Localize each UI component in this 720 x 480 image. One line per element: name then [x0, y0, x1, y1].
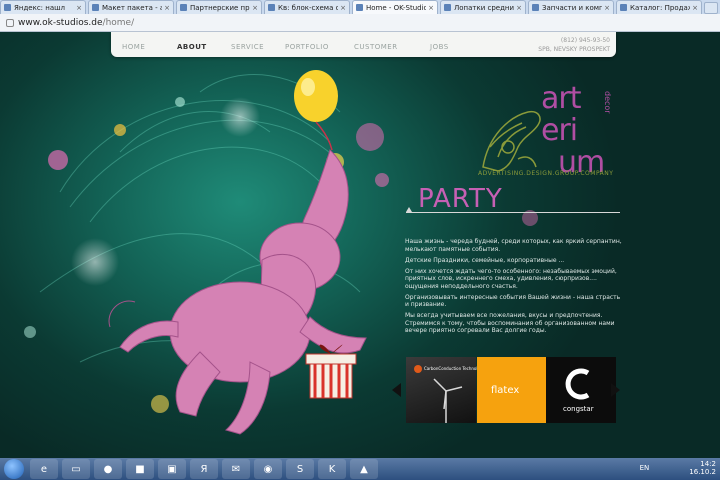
carousel-prev-arrow-icon[interactable] [392, 383, 401, 397]
brand-name: flatex [491, 385, 520, 396]
nav-home[interactable]: HOME [122, 43, 145, 51]
kaspersky-icon[interactable]: K [318, 459, 346, 479]
client-logo-congstar[interactable]: congstar [546, 357, 616, 423]
browser-tab-label: Запчасти и компле [542, 3, 602, 12]
favicon-icon [180, 4, 187, 11]
web-page: HOME ABOUT SERVICE PORTFOLIO CUSTOMER JO… [0, 32, 720, 458]
paragraph: Детские Праздники, семейные, корпоративн… [405, 256, 565, 264]
system-tray: EN 14:2 16.10.2 [640, 460, 716, 476]
nav-jobs[interactable]: JOBS [430, 43, 449, 51]
browser-tab[interactable]: Лопатки средние Рe× [440, 0, 526, 14]
favicon-icon [620, 4, 627, 11]
congstar-c-icon [565, 368, 590, 400]
client-logo-flatex[interactable]: flatex [477, 357, 547, 423]
url-path: /home/ [102, 17, 135, 28]
balloon-illustration [294, 70, 338, 151]
tab-close-icon[interactable]: × [692, 4, 698, 12]
new-tab-button[interactable] [704, 2, 718, 14]
ie-icon[interactable]: e [30, 459, 58, 479]
browser-tab-label: Макет пакета - abit [102, 3, 162, 12]
url-text[interactable]: www.ok-studios.de/home/ [18, 18, 134, 28]
clock-time: 14:2 [700, 460, 716, 468]
browser-tab-label: Home - OK-Studios [366, 3, 427, 12]
browser-tab[interactable]: Запчасти и компле× [528, 0, 614, 14]
address-bar[interactable]: www.ok-studios.de/home/ [0, 14, 720, 32]
messenger-icon[interactable]: ● [94, 459, 122, 479]
clock[interactable]: 14:2 16.10.2 [689, 460, 716, 476]
os-taskbar: e ▭ ● ■ ▣ Я ✉ ◉ S K ▲ EN 14:2 16.10.2 [0, 458, 720, 480]
favicon-icon [4, 4, 11, 11]
client-carousel: CarbonConduction Technologies flatex con… [392, 355, 620, 423]
yandex-icon[interactable]: Я [190, 459, 218, 479]
browser-tab-active[interactable]: Home - OK-Studios × [352, 0, 438, 14]
favicon-icon [444, 4, 451, 11]
nav-customer[interactable]: CUSTOMER [354, 43, 398, 51]
nav-about[interactable]: ABOUT [177, 43, 207, 51]
paragraph: От них хочется ждать чего-то особенного:… [405, 267, 617, 290]
title-divider [406, 212, 620, 213]
explorer-icon[interactable]: ▭ [62, 459, 90, 479]
save-disk-icon[interactable]: ■ [126, 459, 154, 479]
tab-close-icon[interactable]: × [76, 4, 82, 12]
skype-icon[interactable]: S [286, 459, 314, 479]
logo-word-decor: decor [603, 91, 612, 114]
browser-tab-label: Партнерские предл [190, 3, 250, 12]
section-title: PARTY [418, 184, 503, 214]
client-logo-carbonconduction[interactable]: CarbonConduction Technologies [406, 357, 488, 423]
paragraph: Мы всегда учитываем все пожелания, вкусы… [405, 312, 615, 334]
paragraph: Организовывать интересные события Вашей … [405, 293, 621, 309]
favicon-icon [532, 4, 539, 11]
app-window-icon[interactable]: ▣ [158, 459, 186, 479]
photoshop-icon[interactable]: ▲ [350, 459, 378, 479]
favicon-icon [268, 4, 275, 11]
top-navigation: HOME ABOUT SERVICE PORTFOLIO CUSTOMER JO… [111, 32, 616, 57]
browser-tab-strip: Яндекс: нашл× Макет пакета - abit× Партн… [0, 0, 720, 14]
paragraph: Наша жизнь - череда будней, среди которы… [405, 238, 622, 253]
logo-word-art: art [541, 81, 581, 116]
browser-tab[interactable]: Макет пакета - abit× [88, 0, 174, 14]
tab-close-icon[interactable]: × [252, 4, 258, 12]
favicon-icon [92, 4, 99, 11]
browser-tab-label: Лопатки средние Рe [454, 3, 515, 12]
nav-portfolio[interactable]: PORTFOLIO [285, 43, 329, 51]
chrome-icon[interactable]: ◉ [254, 459, 282, 479]
browser-tab[interactable]: Партнерские предл× [176, 0, 262, 14]
url-host: www.ok-studios.de [18, 17, 103, 28]
nav-service[interactable]: SERVICE [231, 43, 264, 51]
party-description: Наша жизнь - череда будней, среди которы… [405, 238, 625, 338]
browser-tab-label: Каталог: Продажа с [630, 3, 690, 12]
language-indicator[interactable]: EN [640, 464, 650, 472]
browser-tab[interactable]: Яндекс: нашл × [0, 0, 86, 14]
logo-tagline: ADVERTISING.DESIGN.GROUP.COMPANY [478, 170, 614, 177]
tab-close-icon[interactable]: × [516, 4, 522, 12]
contact-info: (812) 945-93-50 SPB, NEVSKY PROSPEKT [538, 36, 610, 54]
tab-close-icon[interactable]: × [604, 4, 610, 12]
carousel-next-arrow-icon[interactable] [611, 383, 620, 397]
address: SPB, NEVSKY PROSPEKT [538, 46, 610, 53]
tab-close-icon[interactable]: × [164, 4, 170, 12]
phone-number: (812) 945-93-50 [560, 37, 610, 44]
browser-tab[interactable]: Каталог: Продажа с× [616, 0, 702, 14]
browser-tab[interactable]: Кв: блок-схема сло× [264, 0, 350, 14]
browser-tab-label: Кв: блок-схема сло [278, 3, 338, 12]
tab-close-icon[interactable]: × [428, 4, 434, 12]
clock-date: 16.10.2 [689, 468, 716, 476]
page-icon [6, 18, 14, 27]
browser-tab-label: Яндекс: нашл [14, 3, 65, 12]
brand-name: congstar [563, 405, 594, 413]
start-button[interactable] [4, 459, 24, 479]
logo-emblem-icon [482, 110, 541, 172]
tab-close-icon[interactable]: × [340, 4, 346, 12]
favicon-icon [356, 4, 363, 11]
mail-icon[interactable]: ✉ [222, 459, 250, 479]
logo-word-eri: eri [541, 113, 578, 148]
